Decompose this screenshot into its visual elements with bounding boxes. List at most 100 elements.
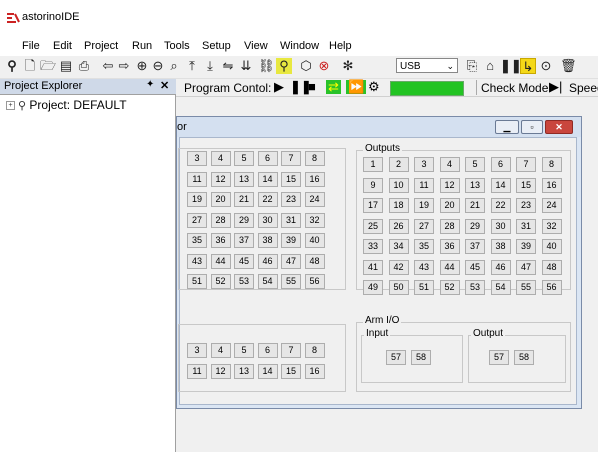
speed-dial-icon[interactable]: ⚙	[368, 80, 380, 94]
robot-connect-icon[interactable]: ⚲	[276, 58, 292, 74]
input-cell[interactable]: 7	[281, 151, 301, 166]
step-icon[interactable]: ↳	[520, 58, 536, 74]
output-cell[interactable]: 40	[541, 239, 562, 254]
input-cell[interactable]: 8	[304, 343, 325, 358]
input-cell[interactable]: 43	[187, 253, 207, 269]
output-cell[interactable]: 25	[363, 218, 383, 234]
stop-icon[interactable]: ■	[308, 80, 316, 94]
input-cell[interactable]: 11	[187, 363, 207, 379]
input-cell[interactable]: 36	[210, 233, 231, 248]
upload-icon[interactable]: ⤒	[184, 58, 200, 74]
arm-input-cell[interactable]: 57	[386, 350, 406, 365]
output-cell[interactable]: 21	[465, 198, 485, 213]
input-cell[interactable]: 22	[257, 192, 278, 207]
output-cell[interactable]: 54	[490, 280, 511, 295]
trash-icon[interactable]: 🗑	[560, 58, 577, 74]
input-cell[interactable]: 46	[257, 253, 278, 269]
output-cell[interactable]: 37	[465, 239, 485, 254]
menu-project[interactable]: Project	[84, 40, 118, 52]
zoom-in-icon[interactable]: ⊕	[134, 58, 150, 74]
disconnect-icon[interactable]: ⊗	[316, 58, 332, 74]
input-cell[interactable]: 21	[234, 192, 254, 207]
file-copy-icon[interactable]: ⎘	[464, 58, 480, 74]
input-cell[interactable]: 14	[257, 171, 278, 187]
input-cell[interactable]: 19	[187, 192, 207, 207]
output-cell[interactable]: 3	[414, 157, 434, 172]
download-alt-icon[interactable]: ⇊	[238, 58, 254, 74]
pause-icon[interactable]: ❚❚	[500, 58, 522, 74]
input-cell[interactable]: 13	[234, 171, 254, 187]
output-cell[interactable]: 19	[414, 198, 434, 213]
fast-forward-icon[interactable]: ⏩	[346, 80, 367, 94]
minimize-button[interactable]: ▁	[495, 120, 519, 134]
input-cell[interactable]: 45	[234, 253, 254, 269]
output-cell[interactable]: 13	[465, 177, 485, 193]
input-cell[interactable]: 28	[210, 212, 231, 228]
output-cell[interactable]: 49	[363, 280, 383, 295]
output-cell[interactable]: 34	[388, 239, 409, 254]
output-cell[interactable]: 38	[490, 239, 511, 254]
input-cell[interactable]: 32	[304, 212, 325, 228]
output-cell[interactable]: 17	[363, 198, 383, 213]
input-cell[interactable]: 3	[187, 343, 207, 358]
gamepad-icon[interactable]: ⛓	[258, 58, 275, 74]
port-select[interactable]: USB ⌄	[396, 58, 458, 73]
input-cell[interactable]: 15	[281, 171, 301, 187]
input-cell[interactable]: 11	[187, 171, 207, 187]
output-cell[interactable]: 4	[439, 157, 460, 172]
input-cell[interactable]: 4	[210, 151, 231, 166]
output-cell[interactable]: 42	[388, 259, 409, 275]
expand-icon[interactable]: +	[6, 101, 15, 111]
input-cell[interactable]: 16	[304, 171, 325, 187]
output-cell[interactable]: 46	[490, 259, 511, 275]
output-cell[interactable]: 12	[439, 177, 460, 193]
output-cell[interactable]: 31	[516, 218, 536, 234]
output-cell[interactable]: 47	[516, 259, 536, 275]
output-cell[interactable]: 50	[388, 280, 409, 295]
output-cell[interactable]: 5	[465, 157, 485, 172]
zoom-reset-icon[interactable]: ⌕	[166, 58, 182, 74]
input-cell[interactable]: 40	[304, 233, 325, 248]
input-cell[interactable]: 14	[257, 363, 278, 379]
output-cell[interactable]: 32	[541, 218, 562, 234]
input-cell[interactable]: 44	[210, 253, 231, 269]
menu-tools[interactable]: Tools	[164, 40, 190, 52]
output-cell[interactable]: 51	[414, 280, 434, 295]
output-cell[interactable]: 26	[388, 218, 409, 234]
download-icon[interactable]: ⤓	[202, 58, 218, 74]
tree-project-item[interactable]: + ⚲ Project: DEFAULT	[6, 98, 127, 112]
menu-file[interactable]: File	[22, 40, 40, 52]
redo-icon[interactable]: ⇨	[116, 58, 132, 74]
input-cell[interactable]: 8	[304, 151, 325, 166]
output-cell[interactable]: 52	[439, 280, 460, 295]
input-cell[interactable]: 56	[304, 274, 325, 289]
input-cell[interactable]: 37	[234, 233, 254, 248]
input-cell[interactable]: 54	[257, 274, 278, 289]
menu-setup[interactable]: Setup	[202, 40, 231, 52]
output-cell[interactable]: 43	[414, 259, 434, 275]
output-cell[interactable]: 15	[516, 177, 536, 193]
maximize-button[interactable]: ▫	[521, 120, 543, 134]
input-cell[interactable]: 51	[187, 274, 207, 289]
output-cell[interactable]: 33	[363, 239, 383, 254]
input-cell[interactable]: 4	[210, 343, 231, 358]
output-cell[interactable]: 23	[516, 198, 536, 213]
output-cell[interactable]: 18	[388, 198, 409, 213]
loop-icon[interactable]: ⇄	[326, 80, 341, 94]
save-icon[interactable]: ▤	[58, 58, 74, 74]
output-cell[interactable]: 11	[414, 177, 434, 193]
output-cell[interactable]: 53	[465, 280, 485, 295]
open-folder-icon[interactable]: 🗁	[40, 58, 56, 74]
check-step-icon[interactable]: ▶|	[549, 80, 562, 94]
input-cell[interactable]: 15	[281, 363, 301, 379]
home-icon[interactable]: ⌂	[482, 58, 498, 74]
output-cell[interactable]: 16	[541, 177, 562, 193]
output-cell[interactable]: 2	[388, 157, 409, 172]
menu-window[interactable]: Window	[280, 40, 319, 52]
output-cell[interactable]: 14	[490, 177, 511, 193]
output-cell[interactable]: 48	[541, 259, 562, 275]
output-cell[interactable]: 6	[490, 157, 511, 172]
pin-icon[interactable]: ✦	[146, 79, 154, 90]
input-cell[interactable]: 16	[304, 363, 325, 379]
menu-edit[interactable]: Edit	[53, 40, 72, 52]
